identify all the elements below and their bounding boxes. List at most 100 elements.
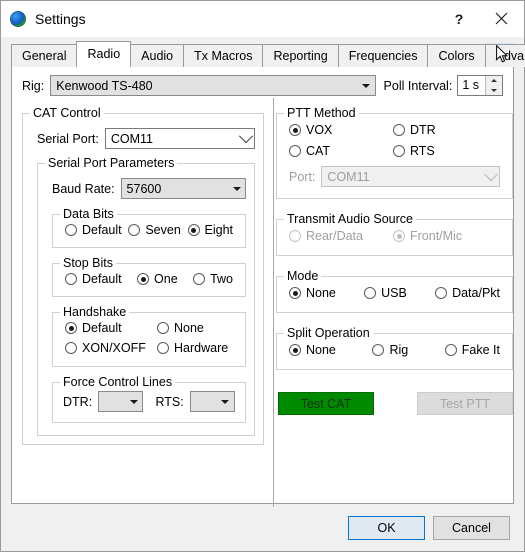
spinner-down-icon[interactable]: [486, 86, 502, 96]
audio-rear-data-radio: Rear/Data: [289, 229, 393, 243]
ptt-vox-label: VOX: [306, 123, 333, 137]
serial-port-label: Serial Port:: [37, 131, 99, 146]
mode-usb-radio[interactable]: USB: [364, 286, 407, 300]
chevron-down-icon: [358, 83, 375, 88]
chevron-down-icon: [237, 128, 254, 144]
baud-rate-row: Baud Rate: 57600: [46, 176, 246, 199]
handshake-none-label: None: [174, 321, 204, 335]
mode-group: Mode None USB Data/Pkt: [276, 269, 513, 313]
split-fake-it-label: Fake It: [461, 343, 500, 357]
audio-front-mic-radio: Front/Mic: [393, 229, 462, 243]
tab-colors[interactable]: Colors: [427, 44, 486, 67]
rig-label: Rig:: [22, 78, 45, 93]
stop-bits-group: Stop Bits Default One Two: [52, 256, 246, 297]
test-buttons-row: Test CAT Test PTT: [276, 392, 513, 415]
dtr-label: DTR:: [63, 394, 93, 409]
transmit-audio-source-title: Transmit Audio Source: [284, 212, 416, 226]
rig-select-value: Kenwood TS-480: [56, 78, 153, 93]
ptt-port-select: COM11: [321, 166, 500, 187]
spinner-up-icon[interactable]: [486, 76, 502, 86]
rts-label: RTS:: [155, 394, 184, 409]
radio-icon: [289, 287, 301, 299]
poll-interval-stepper[interactable]: 1 s: [457, 75, 503, 96]
mode-none-label: None: [306, 286, 336, 300]
radio-icon: [289, 344, 301, 356]
cancel-button[interactable]: Cancel: [433, 515, 510, 540]
stop-bits-title: Stop Bits: [60, 256, 117, 270]
ptt-method-group: PTT Method VOX DTR CAT RTS Port: COM11: [276, 106, 513, 199]
radio-icon: [289, 145, 301, 157]
data-bits-seven-label: Seven: [145, 223, 181, 237]
serial-port-row: Serial Port: COM11: [31, 126, 255, 149]
tab-radio[interactable]: Radio: [76, 41, 132, 67]
ptt-vox-radio[interactable]: VOX: [289, 123, 393, 137]
mode-title: Mode: [284, 269, 322, 283]
test-cat-button[interactable]: Test CAT: [278, 392, 374, 415]
radio-icon: [187, 224, 200, 236]
baud-rate-select[interactable]: 57600: [120, 178, 246, 199]
radio-icon: [364, 287, 377, 299]
radio-icon: [289, 230, 301, 242]
ptt-dtr-label: DTR: [410, 123, 436, 137]
data-bits-default-radio[interactable]: Default: [65, 223, 122, 237]
close-icon[interactable]: [479, 2, 524, 36]
stop-bits-one-radio[interactable]: One: [137, 272, 178, 286]
tab-advanced[interactable]: Advanced: [484, 44, 525, 67]
tab-tx-macros[interactable]: Tx Macros: [183, 44, 264, 67]
dtr-select[interactable]: [98, 391, 144, 412]
rig-select[interactable]: Kenwood TS-480: [50, 75, 376, 96]
radio-icon: [157, 342, 169, 354]
chevron-down-icon: [217, 399, 234, 404]
data-bits-seven-radio[interactable]: Seven: [128, 223, 181, 237]
ok-button[interactable]: OK: [348, 515, 425, 540]
chevron-down-icon: [482, 166, 499, 182]
right-column: PTT Method VOX DTR CAT RTS Port: COM11 T…: [264, 104, 523, 445]
radio-icon: [393, 124, 405, 136]
ptt-port-label: Port:: [289, 169, 316, 184]
poll-interval-buttons[interactable]: [485, 76, 502, 95]
data-bits-group: Data Bits Default Seven Eight: [52, 207, 246, 248]
transmit-audio-source-group: Transmit Audio Source Rear/Data Front/Mi…: [276, 212, 513, 256]
ptt-dtr-radio[interactable]: DTR: [393, 123, 436, 137]
radio-icon: [435, 287, 448, 299]
baud-rate-label: Baud Rate:: [52, 181, 115, 196]
serial-port-select[interactable]: COM11: [104, 128, 255, 149]
audio-front-mic-label: Front/Mic: [410, 229, 463, 243]
mode-data-pkt-label: Data/Pkt: [452, 286, 500, 300]
tab-frequencies[interactable]: Frequencies: [337, 44, 429, 67]
ptt-rts-radio[interactable]: RTS: [393, 144, 435, 158]
force-control-lines-title: Force Control Lines: [60, 375, 176, 389]
help-button[interactable]: ?: [439, 2, 479, 36]
split-none-radio[interactable]: None: [289, 343, 336, 357]
handshake-xonxoff-radio[interactable]: XON/XOFF: [65, 341, 157, 355]
window-title: Settings: [35, 10, 86, 27]
rts-select[interactable]: [189, 391, 235, 412]
mode-data-pkt-radio[interactable]: Data/Pkt: [435, 286, 500, 300]
test-ptt-button: Test PTT: [417, 392, 513, 415]
data-bits-eight-label: Eight: [204, 223, 234, 237]
stop-bits-default-radio[interactable]: Default: [65, 272, 122, 286]
handshake-hardware-radio[interactable]: Hardware: [157, 341, 228, 355]
mode-none-radio[interactable]: None: [289, 286, 336, 300]
stop-bits-two-radio[interactable]: Two: [193, 272, 233, 286]
handshake-default-radio[interactable]: Default: [65, 321, 157, 335]
data-bits-eight-radio[interactable]: Eight: [187, 223, 234, 237]
tab-strip: General Radio Audio Tx Macros Reporting …: [11, 41, 525, 67]
serial-port-parameters-title: Serial Port Parameters: [45, 156, 178, 170]
handshake-none-radio[interactable]: None: [157, 321, 204, 335]
split-fake-it-radio[interactable]: Fake It: [444, 343, 500, 357]
stop-bits-one-label: One: [154, 272, 178, 286]
serial-port-parameters-group: Serial Port Parameters Baud Rate: 57600: [37, 156, 255, 436]
handshake-hardware-label: Hardware: [174, 341, 229, 355]
settings-window: Settings ? General Radio Audio Tx Macros…: [0, 0, 525, 552]
tab-reporting[interactable]: Reporting: [262, 44, 339, 67]
mode-usb-label: USB: [381, 286, 407, 300]
tab-audio[interactable]: Audio: [130, 44, 185, 67]
globe-icon: [10, 10, 26, 27]
ptt-cat-radio[interactable]: CAT: [289, 144, 393, 158]
split-none-label: None: [306, 343, 336, 357]
split-operation-group: Split Operation None Rig Fake It: [276, 326, 513, 370]
ptt-port-value: COM11: [327, 169, 370, 184]
tab-general[interactable]: General: [11, 44, 78, 67]
split-rig-radio[interactable]: Rig: [372, 343, 408, 357]
